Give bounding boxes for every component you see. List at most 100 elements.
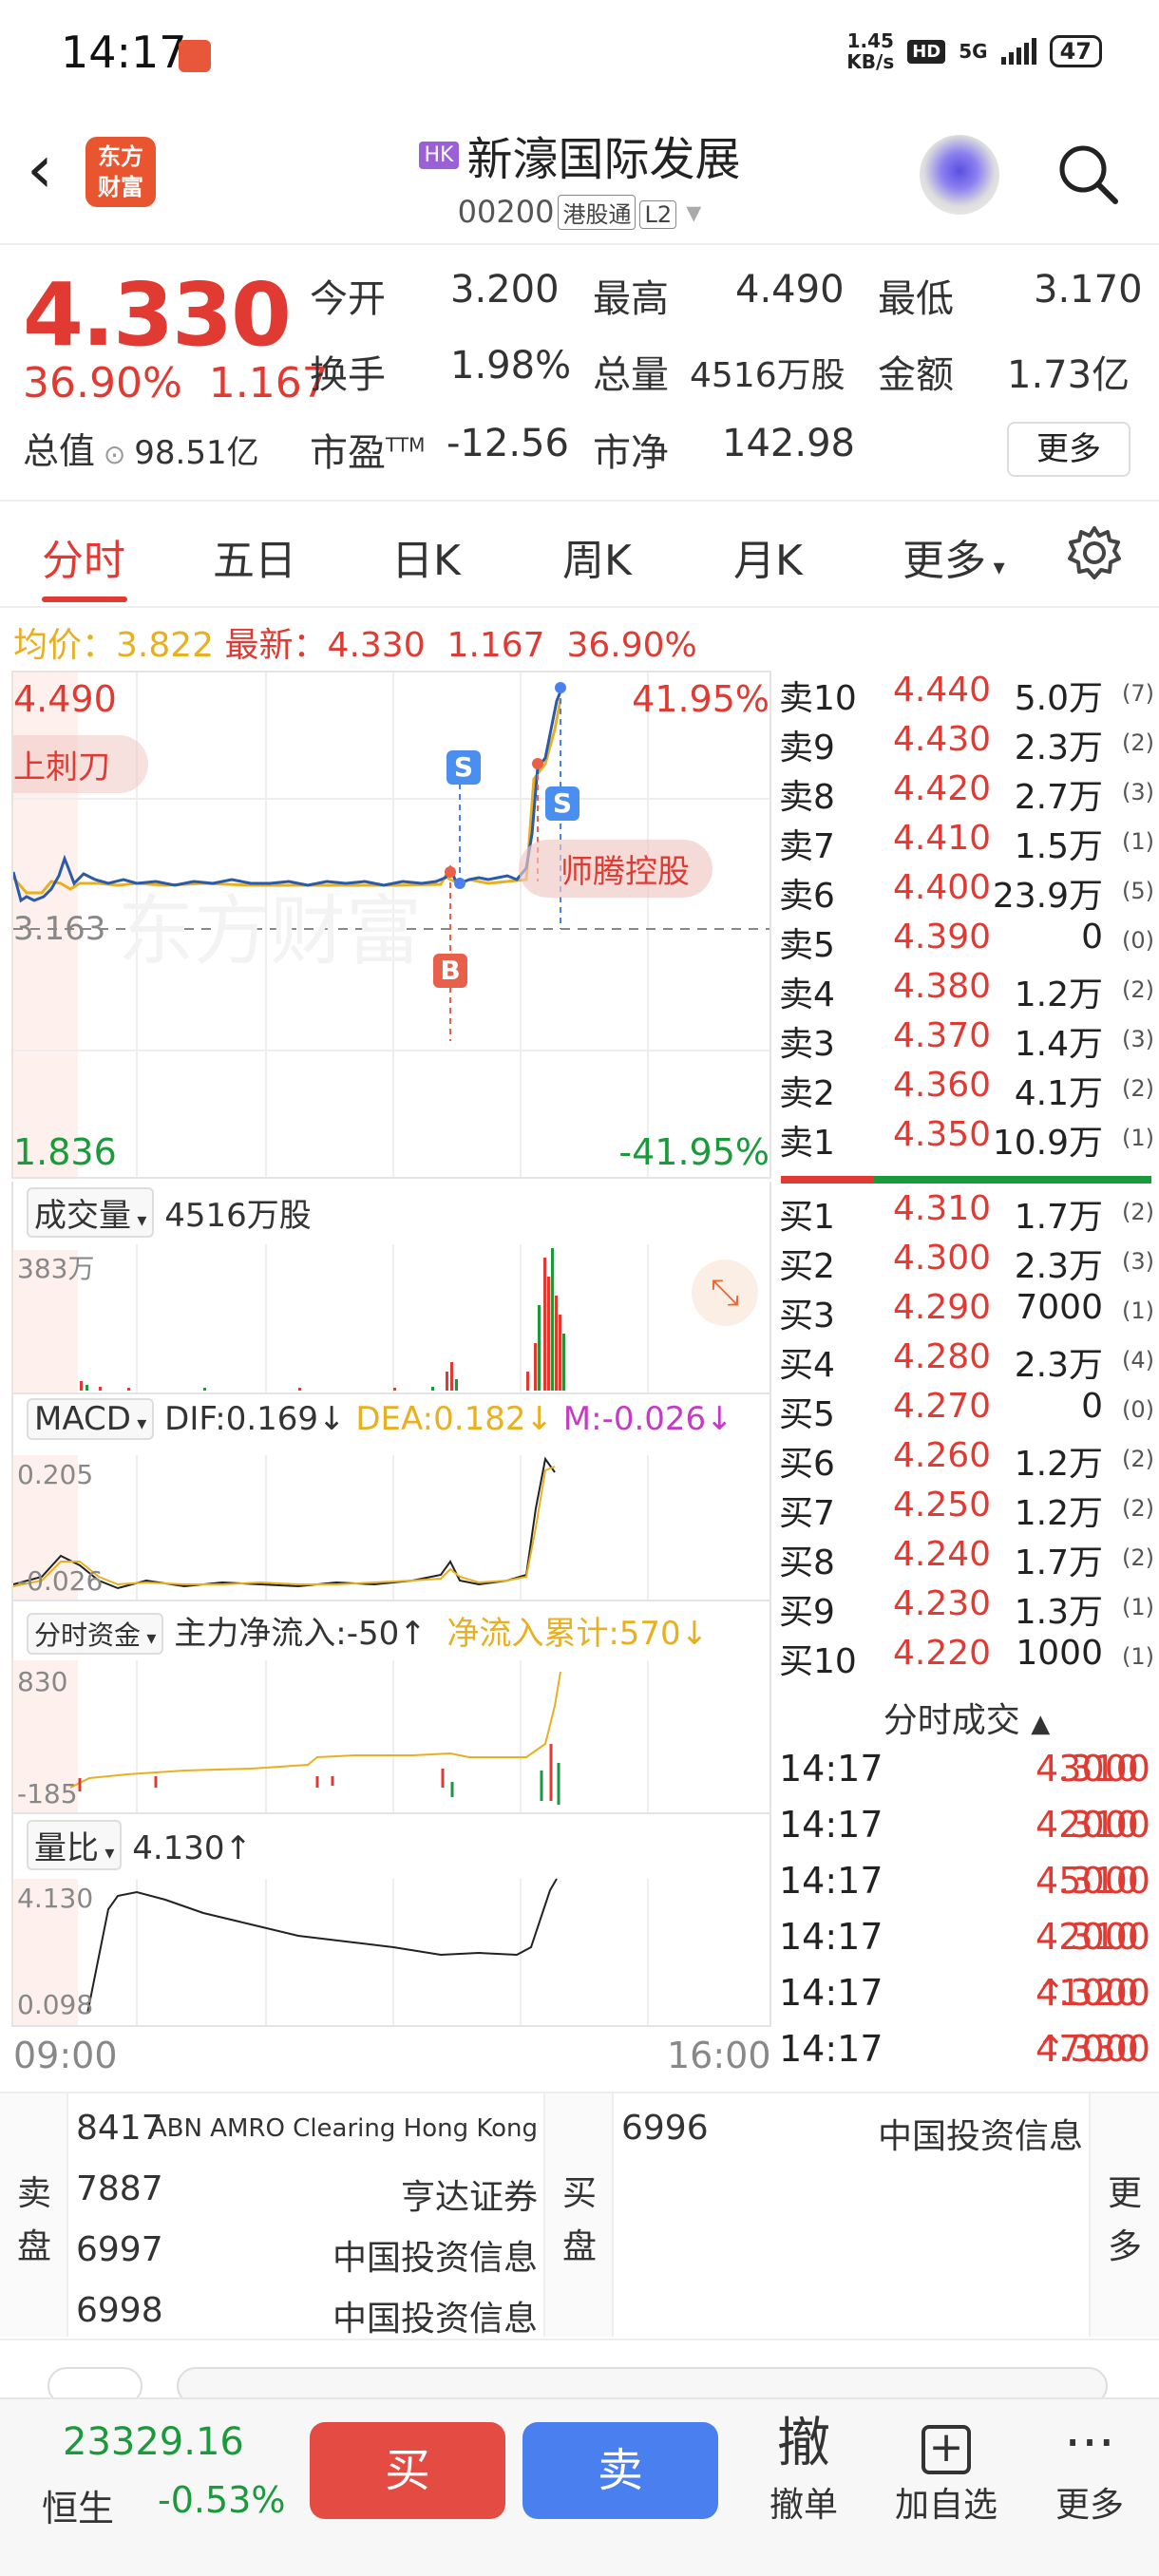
ask-count: (2) — [1122, 976, 1154, 1003]
market-badge: HK — [418, 141, 460, 169]
bid-row[interactable]: 买2 4.300 2.3万 (3) — [779, 1239, 1154, 1288]
tab-more[interactable]: 更多 ▾ — [902, 526, 1005, 587]
cancel-order-button[interactable]: 撤撤单 — [766, 2411, 842, 2527]
trade-row: 14:17 4.310 2000 — [779, 1916, 1150, 1958]
broker-name[interactable]: 中国投资信息 — [332, 2230, 538, 2280]
volume-bar — [127, 1388, 130, 1391]
broker-id[interactable]: 6997 — [76, 2230, 163, 2269]
high-value: 4.490 — [735, 268, 845, 312]
broker-name[interactable]: 中国投资信息 — [332, 2291, 538, 2340]
expand-icon[interactable]: ⤡ — [692, 1260, 758, 1326]
ask-count: (0) — [1122, 927, 1154, 954]
tab-monthly-k[interactable]: 月K — [733, 526, 803, 587]
ask-row[interactable]: 卖4 4.380 1.2万 (2) — [779, 967, 1154, 1016]
more-button[interactable]: ··· 更多 — [1047, 2411, 1132, 2527]
ask-volume: 10.9万 — [992, 1124, 1103, 1163]
signal-icon — [1000, 38, 1036, 65]
ask-count: (7) — [1122, 680, 1154, 707]
settings-gear-icon[interactable] — [1064, 522, 1125, 583]
ask-row[interactable]: 卖2 4.360 4.1万 (2) — [779, 1066, 1154, 1115]
stock-code: 00200 — [457, 194, 555, 230]
search-icon[interactable] — [1054, 141, 1121, 207]
index-value[interactable]: 23329.16 — [63, 2420, 244, 2464]
ask-row[interactable]: 卖5 4.390 0 (0) — [779, 918, 1154, 967]
bid-row[interactable]: 买3 4.290 7000 (1) — [779, 1288, 1154, 1337]
bid-row[interactable]: 买10 4.220 1000 (1) — [779, 1634, 1154, 1683]
broker-more-button[interactable]: 更多 — [1108, 2168, 1146, 2274]
ask-row[interactable]: 卖7 4.410 1.5万 (1) — [779, 819, 1154, 868]
bid-row[interactable]: 买5 4.270 0 (0) — [779, 1387, 1154, 1436]
broker-name[interactable]: 亨达证券 — [401, 2169, 538, 2219]
volume-bar — [446, 1372, 448, 1391]
broker-id[interactable]: 6998 — [76, 2291, 163, 2330]
index-name[interactable]: 恒生 — [42, 2479, 114, 2531]
intraday-price-chart[interactable]: 东方财富 S S B 4.490 41.95% 上刺刀 师腾控股 3.163 1… — [11, 671, 771, 1179]
left-tag[interactable]: 上刺刀 — [13, 735, 148, 793]
tab-five-day[interactable]: 五日 — [213, 526, 296, 587]
bid-row[interactable]: 买7 4.250 1.2万 (2) — [779, 1486, 1154, 1535]
ask-price: 4.430 — [893, 720, 992, 759]
bid-row[interactable]: 买1 4.310 1.7万 (2) — [779, 1189, 1154, 1239]
bid-level-label: 买9 — [779, 1593, 835, 1632]
ask-count: (5) — [1122, 878, 1154, 904]
stock-name: 新濠国际发展 — [466, 133, 741, 186]
volume-bar — [538, 1305, 541, 1391]
macd-panel[interactable]: MACD ▾ DIF:0.169↓ DEA:0.182↓ M:-0.026↓ 0… — [11, 1394, 771, 1601]
volume-bar — [86, 1385, 88, 1391]
right-tag[interactable]: 师腾控股 — [519, 840, 712, 898]
volume-selector[interactable]: 成交量 ▾ — [27, 1187, 155, 1238]
ratio-selector[interactable]: 量比 ▾ — [27, 1820, 123, 1870]
bid-level-label: 买5 — [779, 1395, 835, 1434]
level-dropdown-icon[interactable]: ▾ — [686, 194, 701, 230]
volume-ratio-panel[interactable]: 量比 ▾ 4.130↑ 4.130 0.098 — [11, 1814, 771, 2027]
ask-row[interactable]: 卖10 4.440 5.0万 (7) — [779, 671, 1154, 720]
ask-row[interactable]: 卖1 4.350 10.9万 (1) — [779, 1115, 1154, 1165]
broker-id[interactable]: 6996 — [621, 2109, 709, 2148]
fund-flow-panel[interactable]: 分时资金 ▾ 主力净流入:-50↑ 净流入累计:570↓ 830 -185 — [11, 1601, 771, 1814]
broker-name[interactable]: ABN AMRO Clearing Hong Kong — [150, 2114, 538, 2143]
ask-row[interactable]: 卖9 4.430 2.3万 (2) — [779, 720, 1154, 769]
index-change[interactable]: -0.53% — [158, 2479, 285, 2521]
ask-row[interactable]: 卖3 4.370 1.4万 (3) — [779, 1016, 1154, 1066]
trade-volume: 3000 — [1058, 1748, 1150, 1790]
ask-row[interactable]: 卖8 4.420 2.7万 (3) — [779, 769, 1154, 819]
ask-row[interactable]: 卖6 4.400 23.9万 (5) — [779, 868, 1154, 918]
fund-top: 830 — [17, 1666, 68, 1697]
ask-volume: 1.5万 — [1014, 827, 1103, 866]
assistant-avatar[interactable] — [920, 135, 999, 215]
broker-id[interactable]: 7887 — [76, 2169, 163, 2208]
bid-price: 4.280 — [893, 1337, 992, 1376]
level-tag[interactable]: L2 — [639, 200, 677, 229]
fund-selector[interactable]: 分时资金 ▾ — [27, 1613, 164, 1655]
bid-volume: 7000 — [1016, 1288, 1103, 1327]
buy-marker[interactable]: B — [433, 954, 467, 988]
add-watchlist-button[interactable]: + 加自选 — [889, 2411, 1003, 2527]
bid-count: (2) — [1122, 1495, 1154, 1522]
sell-marker[interactable]: S — [446, 750, 481, 785]
quote-more-button[interactable]: 更多 — [1007, 422, 1130, 477]
buy-queue-label: 买盘 — [562, 2174, 598, 2266]
ask-volume: 4.1万 — [1014, 1074, 1103, 1113]
bid-level-label: 买1 — [779, 1198, 835, 1237]
volume-panel[interactable]: 成交量 ▾ 4516万股 383万 ⤡ — [11, 1182, 771, 1394]
tab-daily-k[interactable]: 日K — [391, 526, 461, 587]
fund-bottom: -185 — [17, 1778, 78, 1809]
bid-row[interactable]: 买4 4.280 2.3万 (4) — [779, 1337, 1154, 1387]
sell-marker-2[interactable]: S — [545, 786, 580, 821]
bid-count: (1) — [1122, 1643, 1154, 1670]
buy-button[interactable]: 买 — [310, 2422, 505, 2519]
macd-selector[interactable]: MACD ▾ — [27, 1398, 155, 1440]
bid-row[interactable]: 买6 4.260 1.2万 (2) — [779, 1436, 1154, 1486]
tab-intraday[interactable]: 分时 — [42, 526, 125, 587]
ask-volume: 1.2万 — [1014, 975, 1103, 1014]
bid-row[interactable]: 买9 4.230 1.3万 (1) — [779, 1584, 1154, 1634]
comment-strip[interactable] — [0, 2339, 1159, 2405]
sell-button[interactable]: 卖 — [522, 2422, 718, 2519]
bid-row[interactable]: 买8 4.240 1.7万 (2) — [779, 1535, 1154, 1584]
high-label: 最高 — [593, 277, 669, 321]
ask-count: (2) — [1122, 1075, 1154, 1102]
trades-header[interactable]: 分时成交 ▲ — [779, 1693, 1154, 1740]
open-label: 今开 — [310, 277, 386, 321]
tab-weekly-k[interactable]: 周K — [562, 526, 632, 587]
broker-name[interactable]: 中国投资信息 — [878, 2109, 1083, 2158]
